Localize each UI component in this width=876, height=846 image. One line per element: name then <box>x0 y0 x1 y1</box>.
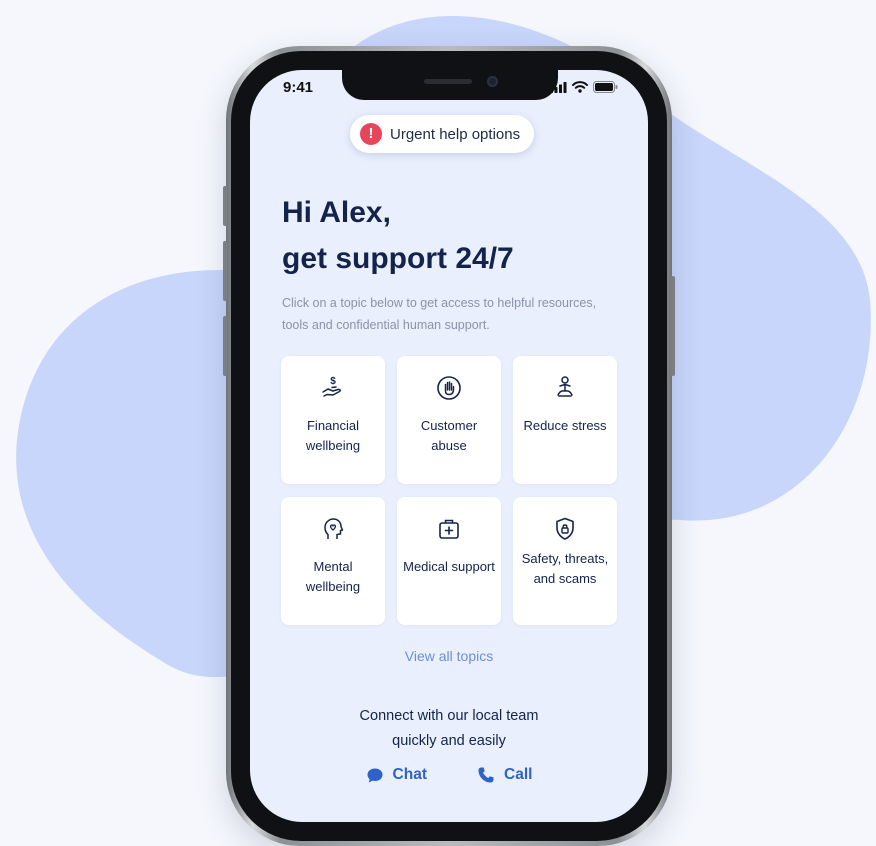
connect-text: Connect with our local team quickly and … <box>250 704 648 754</box>
topic-label: Reduce stress <box>523 418 607 433</box>
topics-grid: $ Financial wellbeing Customer abuse Red… <box>281 356 617 625</box>
topic-card-safety[interactable]: Safety, threats, and scams <box>513 497 617 625</box>
greeting-subtitle: get support 24/7 <box>282 242 514 275</box>
topic-card-financial[interactable]: $ Financial wellbeing <box>281 356 385 484</box>
view-all-topics-link[interactable]: View all topics <box>250 648 648 664</box>
contact-actions: Chat Call <box>250 766 648 784</box>
app-screen: 9:41 ! Urgent help options Hi Alex, get … <box>250 70 648 822</box>
status-icons <box>550 81 618 93</box>
chat-icon <box>367 768 383 782</box>
meditation-icon <box>557 376 573 397</box>
topic-label: Safety, threats, and scams <box>521 551 609 586</box>
camera-icon <box>487 76 498 87</box>
topic-card-medical-support[interactable]: Medical support <box>397 497 501 625</box>
hand-stop-icon <box>437 376 461 400</box>
volume-down-button <box>223 241 227 301</box>
topic-label: Medical support <box>403 559 495 574</box>
greeting-name: Hi Alex, <box>282 196 391 229</box>
chat-button[interactable]: Chat <box>366 766 427 784</box>
status-time: 9:41 <box>283 79 314 96</box>
volume-up-button <box>223 186 227 226</box>
shield-lock-icon <box>556 517 574 540</box>
intro-text: Click on a topic below to get access to … <box>282 296 597 332</box>
topic-card-mental-wellbeing[interactable]: Mental wellbeing <box>281 497 385 625</box>
topic-label: Customer abuse <box>420 418 478 453</box>
signal-icon <box>550 81 567 93</box>
battery-icon <box>593 81 618 93</box>
topic-label: Financial wellbeing <box>305 418 361 453</box>
hand-dollar-icon: $ <box>322 376 341 397</box>
call-label: Call <box>504 766 533 783</box>
urgent-help-label: Urgent help options <box>390 125 521 143</box>
notch <box>342 70 558 100</box>
phone-frame: 9:41 ! Urgent help options Hi Alex, get … <box>223 46 675 846</box>
chat-label: Chat <box>392 766 427 783</box>
call-button[interactable]: Call <box>477 766 532 784</box>
wifi-icon <box>572 81 588 93</box>
head-heart-icon <box>324 518 344 539</box>
topic-label: Mental wellbeing <box>305 559 361 594</box>
page-title: Hi Alex, get support 24/7 <box>282 190 514 282</box>
topic-card-customer-abuse[interactable]: Customer abuse <box>397 356 501 484</box>
speaker-grille <box>424 79 472 84</box>
power-button <box>671 276 675 376</box>
svg-text:$: $ <box>330 376 336 387</box>
medical-kit-icon <box>439 519 459 539</box>
urgent-help-button[interactable]: ! Urgent help options <box>350 115 535 153</box>
mute-switch <box>223 316 227 376</box>
connect-line-2: quickly and easily <box>392 733 506 749</box>
connect-line-1: Connect with our local team <box>359 708 539 724</box>
alert-icon: ! <box>360 123 382 145</box>
topic-card-reduce-stress[interactable]: Reduce stress <box>513 356 617 484</box>
phone-icon <box>478 767 494 783</box>
